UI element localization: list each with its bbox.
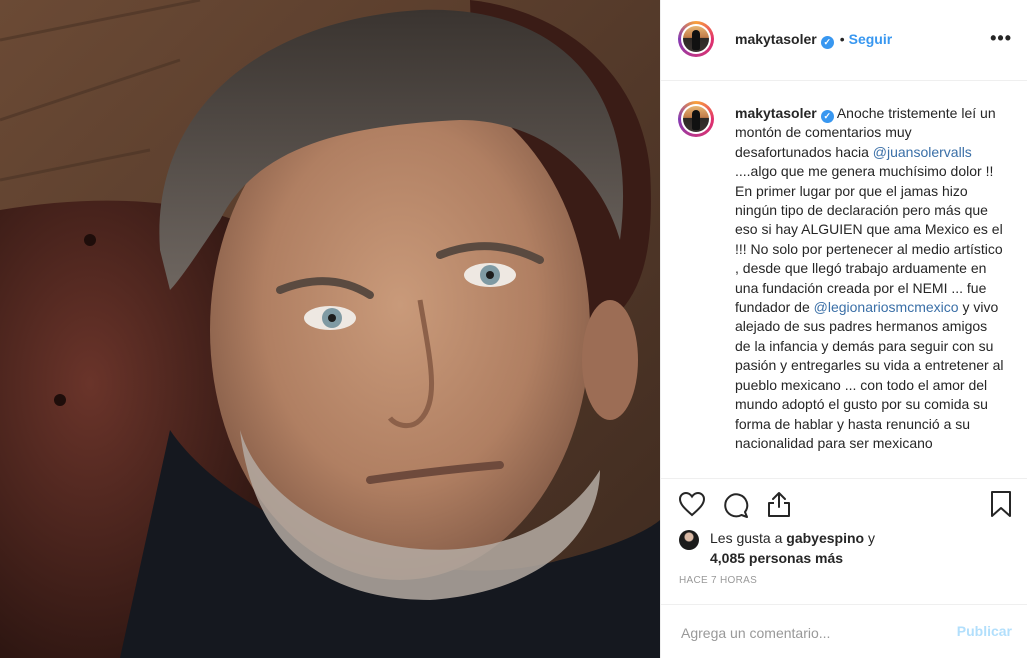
heart-icon[interactable] [678,491,706,517]
liker-avatar[interactable] [679,530,699,550]
bookmark-icon[interactable] [990,490,1012,518]
follow-button[interactable]: Seguir [849,31,893,47]
post-timestamp[interactable]: HACE 7 HORAS [679,575,757,586]
header-user: makytasoler ✓ • Seguir [735,31,892,49]
avatar[interactable] [678,21,714,57]
username-link[interactable]: makytasoler [735,31,817,47]
publish-button[interactable]: Publicar [957,623,1012,639]
separator-dot: • [839,31,845,47]
likes-count-link[interactable]: 4,085 personas más [710,550,843,566]
likes-text: Les gusta a gabyespino y 4,085 personas m… [710,528,1010,568]
liker-username-link[interactable]: gabyespino [786,530,864,546]
action-bar [661,478,1027,528]
verified-badge-icon: ✓ [820,110,834,123]
caption-username-link[interactable]: makytasoler [735,105,817,121]
comment-bar: Publicar [661,604,1027,658]
share-icon[interactable] [766,490,792,518]
likes-and: y [867,530,875,546]
likes-prefix: Les gusta a [710,530,783,546]
post-sidebar: makytasoler ✓ • Seguir ••• makytasoler ✓ Ano… [660,0,1027,658]
post-photo[interactable] [0,0,660,658]
comment-bubble-icon[interactable] [722,491,750,519]
more-options-icon[interactable]: ••• [990,28,1012,49]
caption-body-end: y vivo alejado de sus padres hermanos am… [735,299,1004,451]
comment-input[interactable] [679,621,923,645]
mention-link-legionariosmcmexico[interactable]: @legionariosmcmexico [814,299,959,315]
mention-link-juansolervalls[interactable]: @juansolervalls [873,144,972,160]
post-header: makytasoler ✓ • Seguir ••• [661,0,1027,81]
caption-avatar[interactable] [678,101,714,137]
caption-area[interactable]: makytasoler ✓ Anoche tristemente leí un m… [661,81,1027,478]
verified-badge-icon: ✓ [820,36,834,49]
portrait-image [0,0,660,658]
caption-body-middle: ....algo que me genera muchísimo dolor !… [735,163,1003,316]
caption-text: makytasoler ✓ Anoche tristemente leí un m… [735,104,1005,453]
